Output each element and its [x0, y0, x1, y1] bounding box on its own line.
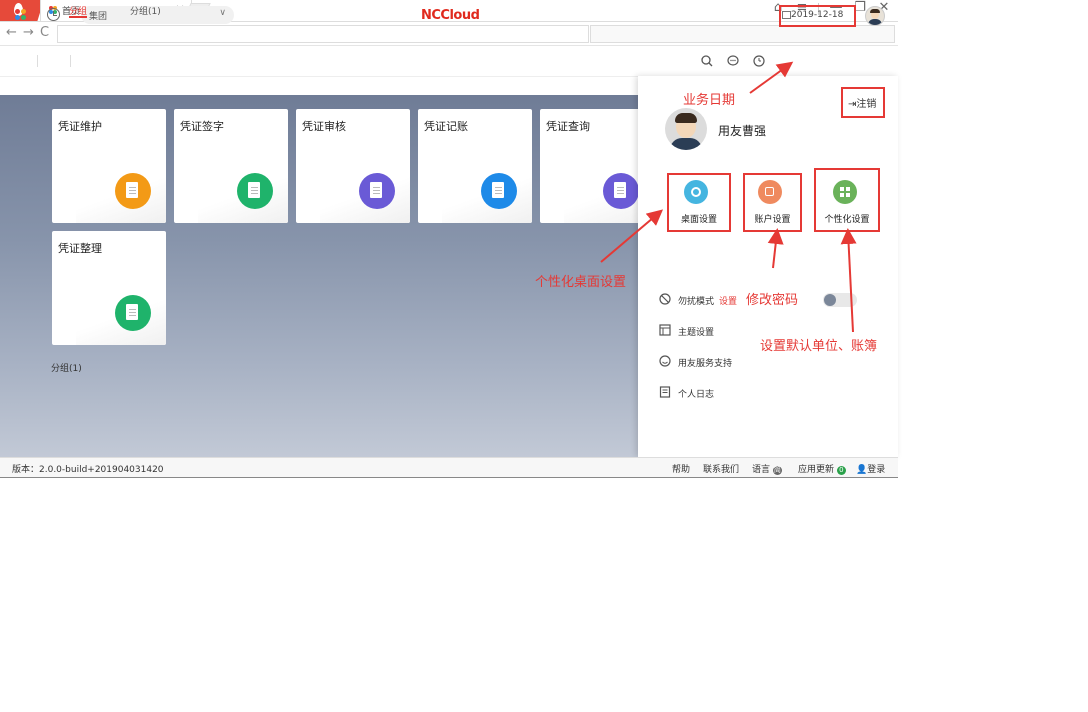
annotation-arrows	[600, 61, 857, 333]
